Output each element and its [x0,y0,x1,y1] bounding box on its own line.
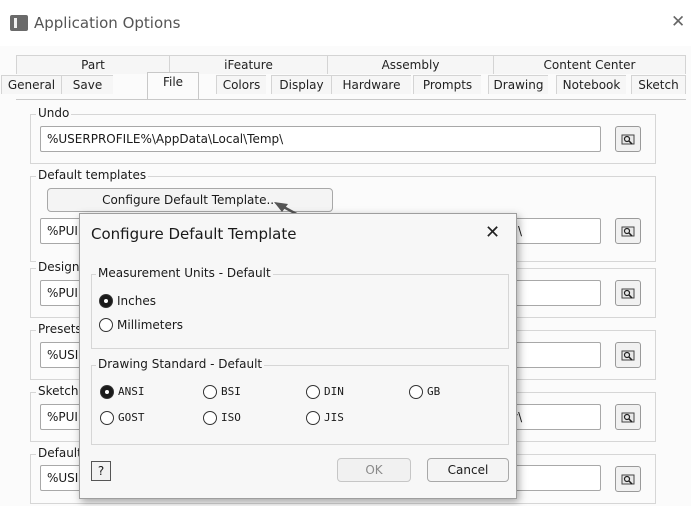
radio-inches[interactable]: Inches [99,292,199,310]
radio-millimeters[interactable]: Millimeters [99,316,219,334]
folder-browse-icon[interactable] [615,126,641,152]
radio-ansi[interactable]: ANSI [100,383,170,401]
radio-gost-label: GOST [118,411,145,424]
radio-millimeters-label: Millimeters [117,318,184,332]
cancel-button[interactable]: Cancel [427,458,509,482]
presets-label: Presets [36,322,84,336]
tab-sketch[interactable]: Sketch [631,75,686,94]
radio-jis[interactable]: JIS [306,409,376,427]
tab-prompts[interactable]: Prompts [413,75,481,94]
folder-browse-icon[interactable] [615,404,641,430]
drawing-standard-label: Drawing Standard - Default [96,357,265,371]
folder-browse-icon[interactable] [615,218,641,244]
tab-content-center[interactable]: Content Center [493,55,686,74]
window-title: Application Options [34,14,181,32]
undo-path-field[interactable]: %USERPROFILE%\AppData\Local\Temp\ [40,126,601,152]
folder-browse-icon[interactable] [615,466,641,492]
tab-drawing[interactable]: Drawing [488,75,548,94]
tab-display[interactable]: Display [271,75,331,94]
radio-empty-icon [203,411,217,425]
tab-notebook[interactable]: Notebook [556,75,626,94]
radio-din[interactable]: DIN [306,383,376,401]
radio-iso-label: ISO [221,411,241,424]
ok-button[interactable]: OK [337,458,411,482]
tab-panel-border [16,99,686,100]
tab-hardware[interactable]: Hardware [331,75,411,94]
radio-inches-label: Inches [117,294,156,308]
measurement-units-label: Measurement Units - Default [96,266,273,280]
radio-gb[interactable]: GB [409,383,479,401]
default-templates-path-text: %PUI [47,224,78,238]
folder-browse-icon[interactable] [615,280,641,306]
dialog-title: Configure Default Template [91,225,297,243]
help-icon[interactable]: ? [91,461,111,481]
tab-file[interactable]: File [147,72,199,99]
tab-general[interactable]: General [1,75,61,94]
drawing-standard-group [91,365,509,445]
radio-bsi[interactable]: BSI [203,383,273,401]
radio-selected-icon [100,385,114,399]
close-icon[interactable]: ✕ [671,12,685,32]
tab-colors[interactable]: Colors [216,75,266,94]
undo-label: Undo [36,106,72,120]
default-bottom-label: Default [36,446,84,460]
radio-empty-icon [203,385,217,399]
radio-gb-label: GB [427,385,441,398]
radio-iso[interactable]: ISO [203,409,273,427]
radio-bsi-label: BSI [221,385,241,398]
sketch-label: Sketch [36,384,81,398]
sketch-path-text: %PUI [47,410,78,424]
configure-default-template-dialog: Configure Default Template ✕ Measurement… [79,213,517,499]
tab-assembly[interactable]: Assembly [327,55,493,74]
radio-din-label: DIN [324,385,344,398]
radio-jis-label: JIS [324,411,344,424]
radio-empty-icon [99,318,113,332]
radio-empty-icon [306,411,320,425]
tab-save[interactable]: Save [61,75,113,94]
default-templates-label: Default templates [36,168,149,182]
radio-empty-icon [409,385,423,399]
app-logo-icon [10,15,28,31]
folder-browse-icon[interactable] [615,342,641,368]
close-icon[interactable]: ✕ [485,222,500,243]
radio-empty-icon [100,411,114,425]
design-label: Design [36,260,82,274]
radio-gost[interactable]: GOST [100,409,170,427]
radio-empty-icon [306,385,320,399]
title-bar: Application Options ✕ [0,0,691,46]
radio-ansi-label: ANSI [118,385,145,398]
default-templates-path-tail: \ [518,224,523,238]
measurement-units-group [91,274,509,349]
radio-selected-icon [99,294,113,308]
tab-strip: Part iFeature Assembly Content Center Ge… [1,55,686,101]
